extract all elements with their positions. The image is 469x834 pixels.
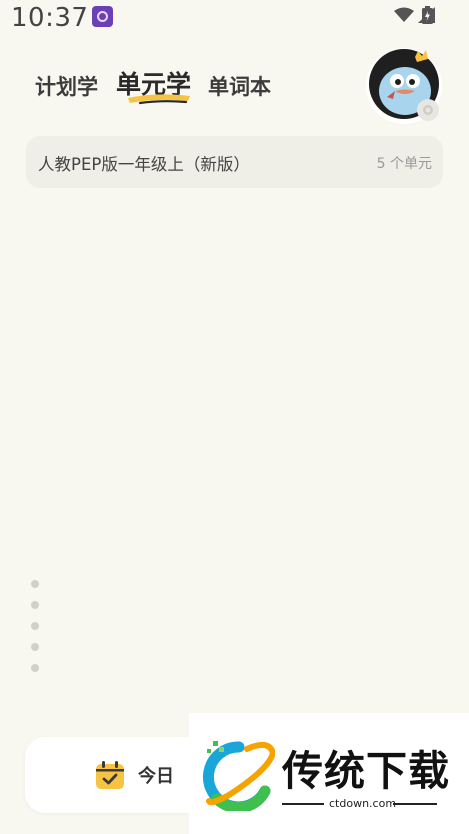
calendar-check-icon — [96, 761, 124, 789]
app-notification-icon — [92, 6, 113, 27]
textbook-card[interactable]: 人教PEP版一年级上（新版） 5 个单元 — [26, 136, 443, 188]
status-bar: 10:37 — [0, 0, 469, 36]
dot — [31, 622, 39, 630]
watermark: 传统下载 ctdown.com — [189, 713, 469, 834]
watermark-line-left — [282, 803, 324, 805]
tab-unit-study[interactable]: 单元学 — [116, 65, 191, 105]
avatar[interactable] — [365, 47, 443, 125]
today-label: 今日 — [138, 766, 174, 787]
textbook-title: 人教PEP版一年级上（新版） — [38, 155, 250, 174]
watermark-line-right — [393, 803, 437, 805]
wifi-icon — [394, 7, 414, 22]
watermark-logo — [203, 741, 275, 811]
side-dots — [31, 580, 39, 685]
top-tabs: 计划学 单元学 单词本 — [35, 65, 289, 105]
status-time: 10:37 — [11, 3, 89, 33]
unit-count: 5 个单元 — [376, 156, 432, 172]
dot — [31, 601, 39, 609]
dot — [31, 580, 39, 588]
battery-icon — [422, 6, 433, 24]
dot — [31, 643, 39, 651]
tab-wordbook[interactable]: 单词本 — [208, 71, 271, 101]
dot — [31, 664, 39, 672]
tab-plan-study[interactable]: 计划学 — [35, 71, 98, 101]
active-tab-underline — [128, 94, 190, 105]
watermark-domain: ctdown.com — [329, 797, 397, 810]
watermark-title: 传统下载 — [282, 747, 450, 795]
